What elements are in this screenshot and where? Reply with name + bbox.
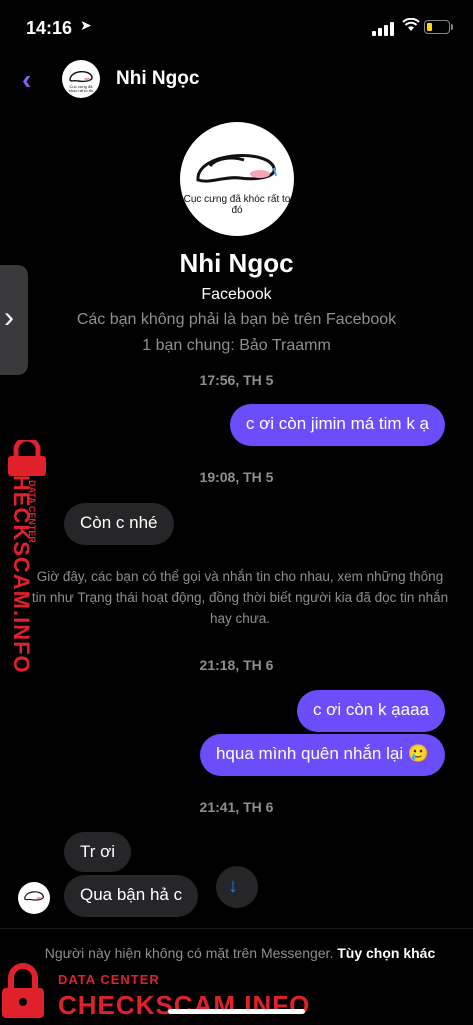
message-bubble-outgoing[interactable]: c ơi còn k ạaaa <box>296 690 445 732</box>
header-title[interactable]: Nhi Ngọc <box>116 68 199 90</box>
lock-icon <box>2 963 44 1018</box>
message-bubble-incoming[interactable]: Qua bận hả c <box>64 875 199 917</box>
scroll-to-bottom-button[interactable]: ↓ <box>216 866 258 908</box>
wifi-icon <box>402 17 420 37</box>
avatar[interactable]: Cục cưng đã khóc rất to đó <box>62 60 100 98</box>
status-bar: 14:16 ➤ <box>0 0 473 56</box>
message-bubble-incoming[interactable]: Còn c nhé <box>64 503 174 545</box>
avatar-caption: Cục cưng đã khóc rất to đó <box>183 194 291 216</box>
back-chevron-icon[interactable]: ‹ <box>22 64 31 96</box>
message-bubble-incoming[interactable]: Tr ơi <box>64 832 132 872</box>
watermark-big: CHECKSCAM.INFO <box>58 990 311 1020</box>
profile-mutual-friends: 1 bạn chung: Bảo Traamm <box>142 337 331 354</box>
arrow-down-icon: ↓ <box>228 875 238 897</box>
message-bubble-outgoing[interactable]: hqua mình quên nhắn lại 🥲 <box>199 734 445 776</box>
battery-icon <box>424 20 453 34</box>
cellular-signal-icon <box>372 22 394 36</box>
message-bubble-outgoing[interactable]: c ơi còn jimin má tim k ạ <box>229 404 445 446</box>
home-indicator <box>168 1009 305 1014</box>
more-options-link[interactable]: Tùy chọn khác <box>337 945 435 961</box>
watermark-vertical: DATA CENTER CHECKSCAM.INFO <box>4 440 50 674</box>
profile-source: Facebook <box>201 286 272 303</box>
timestamp: 17:56, TH 5 <box>199 372 274 388</box>
watermark-side-big: CHECKSCAM.INFO <box>9 458 34 674</box>
timestamp: 19:08, TH 5 <box>199 469 274 485</box>
timestamp: 21:41, TH 6 <box>199 799 274 815</box>
location-arrow-icon: ➤ <box>80 17 92 33</box>
status-time: 14:16 <box>26 18 73 38</box>
svg-text:khóc rất to đó: khóc rất to đó <box>69 88 94 93</box>
sender-avatar <box>18 882 50 914</box>
watermark-small: DATA CENTER <box>58 972 160 987</box>
timestamp: 21:18, TH 6 <box>199 657 274 673</box>
system-message: Giờ đây, các bạn có thể gọi và nhắn tin … <box>31 569 449 626</box>
profile-avatar[interactable]: Cục cưng đã khóc rất to đó <box>180 122 294 236</box>
footer-notice: Người này hiện không có mặt trên Messeng… <box>44 945 334 961</box>
profile-note: Các bạn không phải là bạn bè trên Facebo… <box>76 311 397 328</box>
chat-header: ‹ Cục cưng đã khóc rất to đó Nhi Ngọc <box>0 58 473 104</box>
watermark-bottom: DATA CENTER CHECKSCAM.INFO <box>0 960 309 1024</box>
profile-name: Nhi Ngọc <box>179 248 294 278</box>
